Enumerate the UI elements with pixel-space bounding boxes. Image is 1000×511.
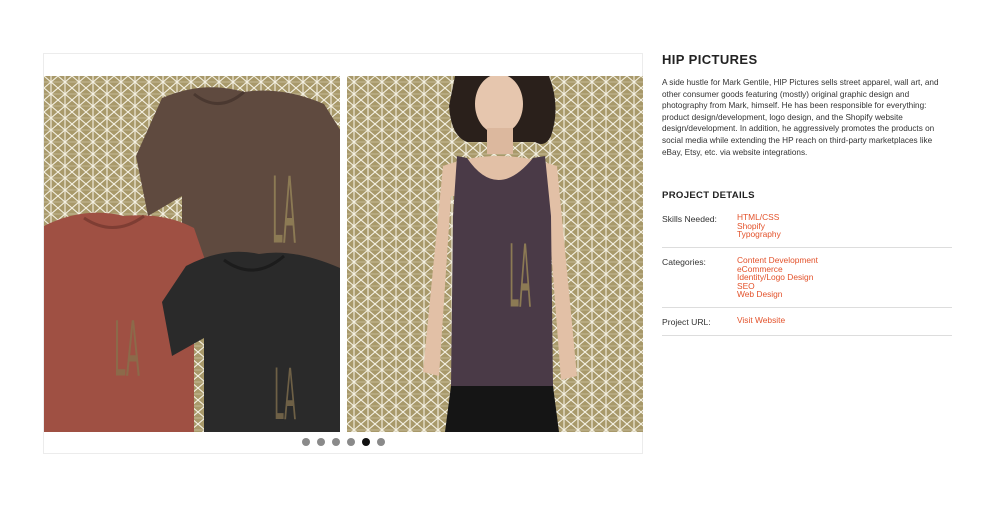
project-details-heading: PROJECT DETAILS [662, 190, 755, 202]
la-logo-mark: LA [274, 354, 296, 432]
categories-row: Categories: Content Development eCommerc… [662, 256, 952, 308]
slider-dot-6[interactable] [376, 438, 385, 446]
tshirts-product-image: LA LA LA [44, 76, 340, 432]
categories-label: Categories: [662, 256, 706, 267]
project-url-row: Project URL: Visit Website [662, 316, 952, 336]
tank-top-product-image: LA [347, 76, 643, 432]
project-details-column: HIP PICTURES A side hustle for Mark Gent… [662, 52, 952, 344]
project-url-label: Project URL: [662, 316, 711, 327]
skill-link-typography[interactable]: Typography [737, 230, 952, 239]
visit-website-link[interactable]: Visit Website [737, 316, 952, 325]
slider-dot-3[interactable] [331, 438, 340, 446]
category-link-web-design[interactable]: Web Design [737, 290, 952, 299]
project-title: HIP PICTURES [662, 52, 758, 67]
skills-label: Skills Needed: [662, 214, 717, 225]
skill-link-html-css[interactable]: HTML/CSS [737, 213, 952, 222]
slider-dot-1[interactable] [301, 438, 310, 446]
slider-dot-5-active[interactable] [361, 438, 370, 446]
image-slider[interactable]: LA LA LA LA [43, 53, 643, 454]
la-logo-mark: LA [272, 157, 296, 264]
slider-pagination [44, 438, 642, 452]
slide-viewport: LA LA LA LA [44, 76, 643, 432]
la-logo-mark: LA [509, 226, 531, 327]
la-logo-mark: LA [114, 307, 140, 394]
slider-dot-2[interactable] [316, 438, 325, 446]
slider-dot-4[interactable] [346, 438, 355, 446]
skills-row: Skills Needed: HTML/CSS Shopify Typograp… [662, 213, 952, 248]
project-description: A side hustle for Mark Gentile, HIP Pict… [662, 78, 939, 157]
category-link-identity-logo-design[interactable]: Identity/Logo Design [737, 273, 952, 282]
